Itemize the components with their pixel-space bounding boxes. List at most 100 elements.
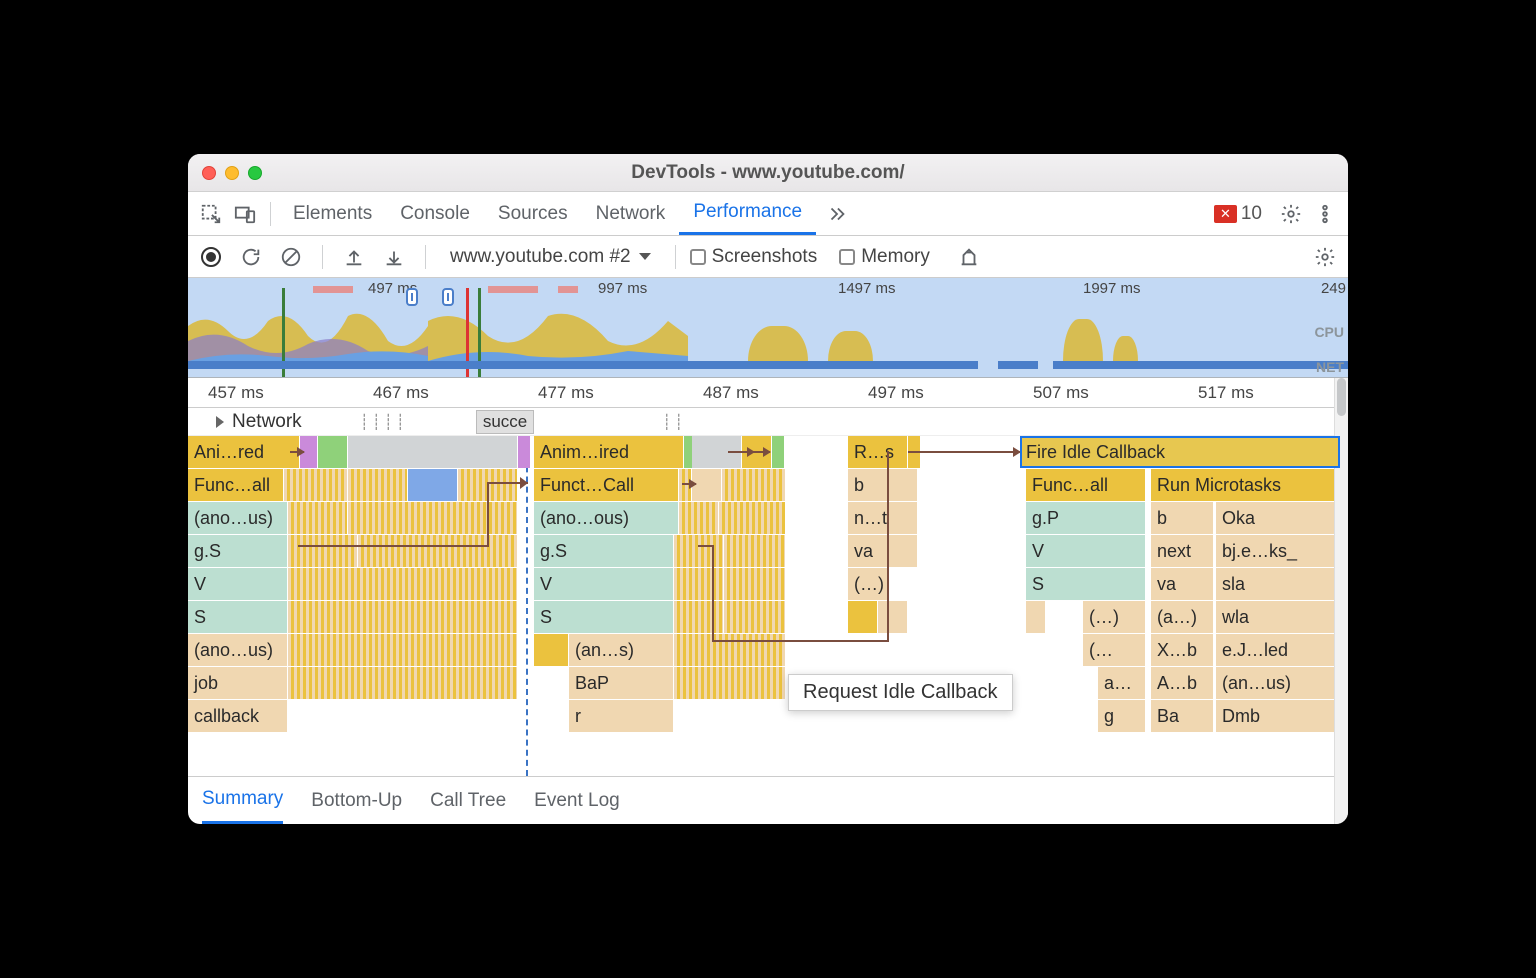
flame-block[interactable] [719, 502, 786, 534]
expand-triangle-icon[interactable] [216, 416, 224, 428]
save-profile-icon[interactable] [377, 240, 411, 274]
flame-block[interactable] [288, 601, 518, 633]
flame-block[interactable]: va [848, 535, 888, 567]
flame-block[interactable]: Fire Idle Callback [1020, 436, 1340, 468]
clear-button[interactable] [274, 240, 308, 274]
flame-block[interactable]: Func…all [188, 469, 284, 501]
record-button[interactable] [194, 240, 228, 274]
flame-block[interactable] [674, 535, 724, 567]
flame-block[interactable] [674, 634, 786, 666]
flame-block[interactable] [534, 634, 569, 666]
flame-block[interactable]: Funct…Call [534, 469, 679, 501]
flame-block[interactable] [888, 535, 918, 567]
flame-block[interactable]: g.S [188, 535, 288, 567]
flame-block[interactable]: Func…all [1026, 469, 1146, 501]
inspect-icon[interactable] [194, 197, 228, 231]
flame-block[interactable]: Ani…red [188, 436, 300, 468]
tab-console[interactable]: Console [386, 192, 484, 235]
flame-block[interactable] [348, 502, 518, 534]
flame-block[interactable]: (…) [848, 568, 888, 600]
flame-block[interactable] [288, 634, 518, 666]
error-count[interactable]: 10 [1241, 203, 1262, 225]
flame-block[interactable] [674, 667, 786, 699]
recording-select[interactable]: www.youtube.com #2 [440, 246, 661, 268]
flame-block[interactable] [358, 535, 518, 567]
flame-block[interactable]: V [1026, 535, 1146, 567]
memory-checkbox[interactable]: Memory [839, 246, 930, 268]
flame-block[interactable]: S [1026, 568, 1146, 600]
flame-block[interactable]: job [188, 667, 288, 699]
tab-sources[interactable]: Sources [484, 192, 582, 235]
flame-block[interactable] [724, 568, 786, 600]
flame-block[interactable] [724, 601, 786, 633]
flame-block[interactable]: Run Microtasks [1151, 469, 1340, 501]
flame-block[interactable]: S [534, 601, 674, 633]
flame-block[interactable]: Dmb [1216, 700, 1340, 732]
network-track-header[interactable]: Network ┊┊┊┊ succe ┊┊ [188, 408, 1348, 436]
flame-block[interactable] [772, 436, 785, 468]
more-tabs-icon[interactable] [820, 197, 854, 231]
tab-elements[interactable]: Elements [279, 192, 386, 235]
flame-block[interactable]: sla [1216, 568, 1340, 600]
overview-handle-left[interactable] [406, 288, 418, 306]
flame-block[interactable]: A…b [1151, 667, 1214, 699]
scrollbar-thumb[interactable] [1337, 378, 1346, 416]
flame-block[interactable]: Ba [1151, 700, 1214, 732]
flame-block[interactable] [722, 469, 786, 501]
screenshots-checkbox[interactable]: Screenshots [690, 246, 818, 268]
flame-block[interactable]: g [1098, 700, 1146, 732]
flame-block[interactable] [288, 535, 358, 567]
flame-block[interactable] [888, 469, 918, 501]
flame-block[interactable] [288, 568, 518, 600]
flame-block[interactable]: e.J…led [1216, 634, 1340, 666]
capture-settings-icon[interactable] [1308, 240, 1342, 274]
flame-block[interactable]: g.S [534, 535, 674, 567]
flame-block[interactable] [348, 469, 408, 501]
flame-block[interactable]: (a…) [1151, 601, 1214, 633]
flame-block[interactable]: r [569, 700, 674, 732]
flame-block[interactable]: b [1151, 502, 1214, 534]
flame-block[interactable]: (…) [1083, 601, 1146, 633]
detail-tab-event-log[interactable]: Event Log [534, 777, 620, 824]
flame-block[interactable]: next [1151, 535, 1214, 567]
flame-block[interactable] [288, 667, 518, 699]
flame-block[interactable]: Anim…ired [534, 436, 684, 468]
flame-block[interactable] [674, 601, 724, 633]
flame-block[interactable]: (ano…us) [188, 502, 288, 534]
flame-block[interactable] [888, 502, 918, 534]
flame-block[interactable]: R…s [848, 436, 908, 468]
flame-block[interactable]: (… [1083, 634, 1146, 666]
garbage-collect-icon[interactable] [952, 240, 986, 274]
detail-tab-call-tree[interactable]: Call Tree [430, 777, 506, 824]
flame-block[interactable]: (ano…ous) [534, 502, 679, 534]
flame-block[interactable] [288, 502, 348, 534]
flame-block[interactable]: a… [1098, 667, 1146, 699]
timeline-overview[interactable]: 497 ms 997 ms 1497 ms 1997 ms 249 CPU NE… [188, 278, 1348, 378]
flame-block[interactable] [848, 601, 878, 633]
detail-tab-summary[interactable]: Summary [202, 777, 283, 824]
flame-block[interactable] [878, 601, 908, 633]
flame-block[interactable]: S [188, 601, 288, 633]
flame-block[interactable]: (ano…us) [188, 634, 288, 666]
flame-block[interactable]: callback [188, 700, 288, 732]
tab-network[interactable]: Network [582, 192, 680, 235]
flame-block[interactable]: (an…us) [1216, 667, 1340, 699]
time-ruler[interactable]: 457 ms467 ms477 ms487 ms497 ms507 ms517 … [188, 378, 1348, 408]
network-request-chip[interactable]: succe [476, 410, 534, 434]
reload-record-button[interactable] [234, 240, 268, 274]
settings-icon[interactable] [1274, 197, 1308, 231]
flame-block[interactable]: Oka [1216, 502, 1340, 534]
flame-block[interactable] [348, 436, 518, 468]
load-profile-icon[interactable] [337, 240, 371, 274]
flame-block[interactable]: va [1151, 568, 1214, 600]
flame-block[interactable]: V [188, 568, 288, 600]
detail-tab-bottom-up[interactable]: Bottom-Up [311, 777, 402, 824]
flame-chart[interactable]: Request Idle Callback Ani…redAnim…iredR…… [188, 436, 1348, 776]
flame-block[interactable]: BaP [569, 667, 674, 699]
overview-handle-right[interactable] [442, 288, 454, 306]
flame-block[interactable]: n…t [848, 502, 888, 534]
error-badge-icon[interactable]: ✕ [1214, 205, 1237, 223]
flame-block[interactable] [284, 469, 348, 501]
flame-block[interactable] [318, 436, 348, 468]
flame-block[interactable] [724, 535, 786, 567]
